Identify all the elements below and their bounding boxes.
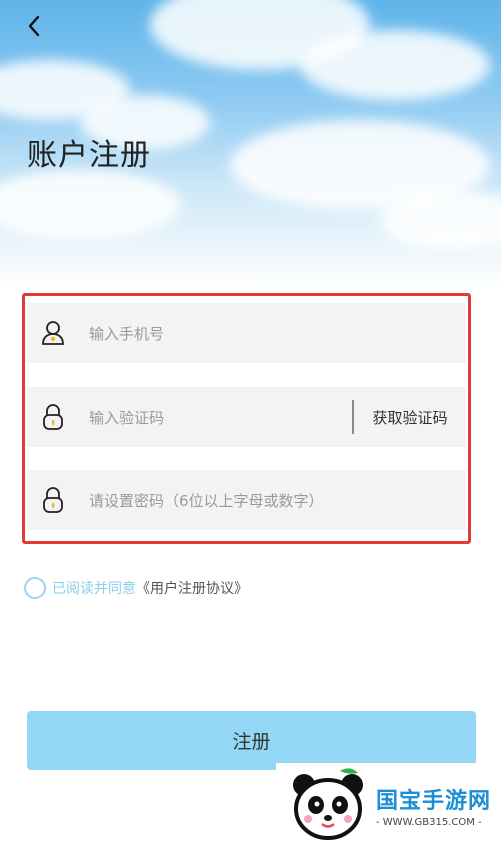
watermark-url: - WWW.GB315.COM - [376,817,482,828]
password-field[interactable]: 请设置密码（6位以上字母或数字） [27,470,466,530]
back-button[interactable] [20,12,48,40]
phone-field[interactable]: 输入手机号 [27,303,466,363]
lock-icon [30,470,76,530]
watermark-brand: 国宝手游网 [376,789,492,814]
panda-logo-icon [293,767,363,840]
user-icon [30,303,76,363]
watermark: 国宝手游网 - WWW.GB315.COM - [276,763,501,848]
code-field[interactable]: 输入验证码 获取验证码 [27,387,466,447]
agreement-text: 已阅读并同意 [52,581,136,597]
agree-checkbox[interactable] [24,577,46,599]
phone-input[interactable]: 输入手机号 [89,323,466,344]
page-title: 账户注册 [27,138,151,173]
chevron-left-icon [28,15,40,37]
code-input[interactable]: 输入验证码 [89,407,352,428]
agreement-link[interactable]: 《用户注册协议》 [136,578,248,598]
lock-icon [30,387,76,447]
password-input[interactable]: 请设置密码（6位以上字母或数字） [89,490,466,511]
agreement-row: 已阅读并同意 《用户注册协议》 [24,577,248,599]
register-button[interactable]: 注册 [27,711,476,770]
get-code-button[interactable]: 获取验证码 [354,407,466,428]
